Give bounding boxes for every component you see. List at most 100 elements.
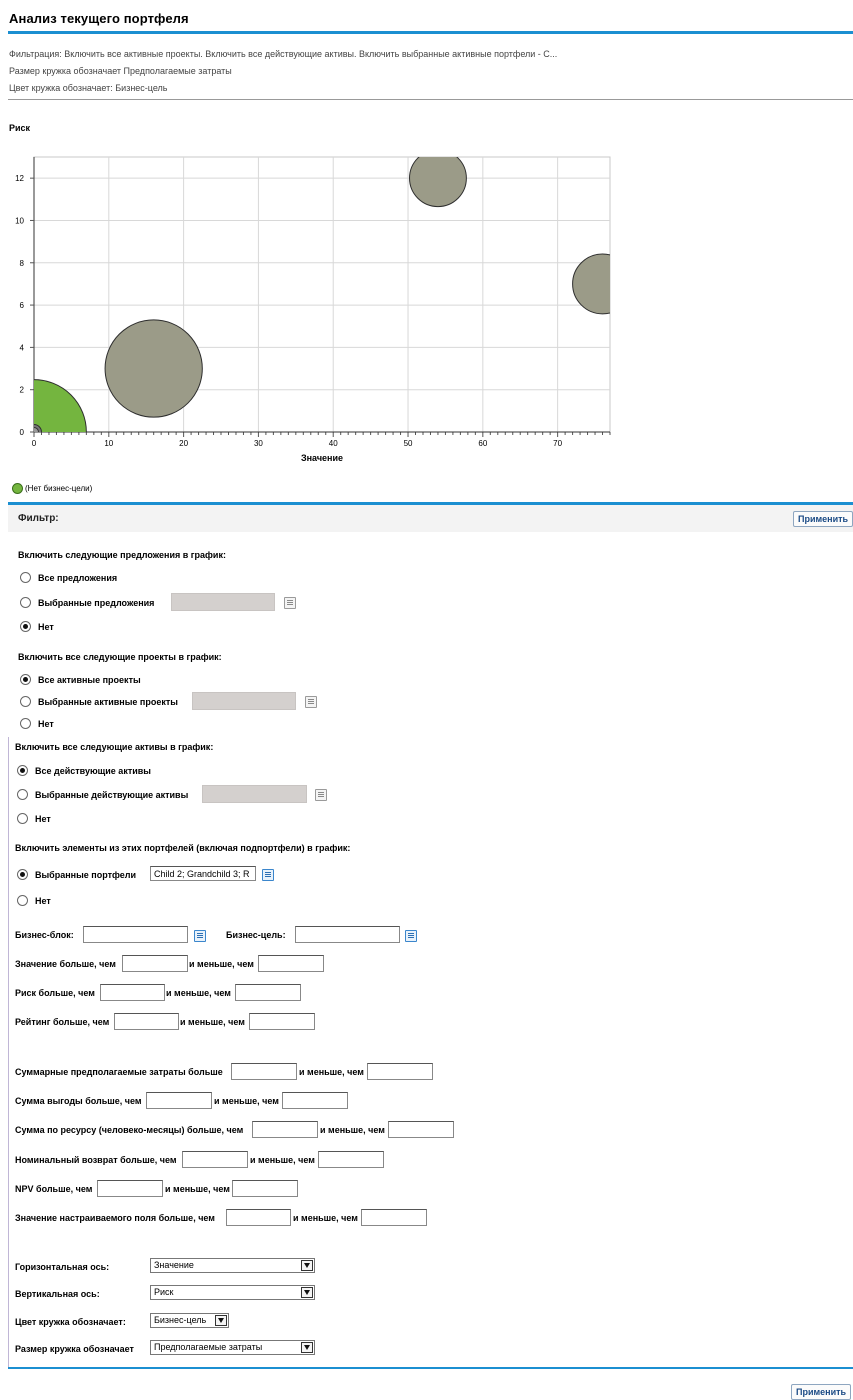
npv-more-label: NPV больше, чем bbox=[15, 1184, 93, 1194]
option-label: Выбранные портфели bbox=[35, 869, 137, 880]
h-axis-select[interactable]: Значение bbox=[150, 1258, 315, 1273]
value-more-label: Значение больше, чем bbox=[15, 959, 116, 969]
legend-label: (Нет бизнес-цели) bbox=[25, 484, 93, 493]
assets-picker-field[interactable] bbox=[202, 785, 307, 803]
color-select[interactable]: Бизнес-цель bbox=[150, 1313, 229, 1328]
title-divider bbox=[8, 31, 853, 34]
chevron-down-icon[interactable] bbox=[301, 1260, 313, 1271]
value-min-field[interactable] bbox=[122, 955, 188, 972]
y-tick-label: 8 bbox=[20, 259, 25, 268]
radio-button[interactable] bbox=[20, 597, 31, 608]
resource-min-field[interactable] bbox=[252, 1121, 318, 1138]
assets-none-option[interactable]: Нет bbox=[17, 813, 51, 824]
h-axis-label: Горизонтальная ось: bbox=[15, 1262, 110, 1272]
projects-none-option[interactable]: Нет bbox=[20, 718, 54, 729]
value-max-field[interactable] bbox=[258, 955, 324, 972]
list-picker-icon[interactable] bbox=[194, 930, 206, 942]
business-unit-field[interactable] bbox=[83, 926, 188, 943]
option-label: Нет bbox=[35, 813, 51, 824]
option-label: Все активные проекты bbox=[38, 674, 141, 685]
nominal-min-field[interactable] bbox=[182, 1151, 248, 1168]
custom-less-label: и меньше, чем bbox=[293, 1213, 358, 1223]
x-tick-label: 70 bbox=[553, 439, 562, 448]
chevron-down-icon[interactable] bbox=[301, 1342, 313, 1353]
custom-min-field[interactable] bbox=[226, 1209, 291, 1226]
rating-max-field[interactable] bbox=[249, 1013, 315, 1030]
portfolios-none-option[interactable]: Нет bbox=[17, 895, 51, 906]
chevron-down-icon[interactable] bbox=[215, 1315, 227, 1326]
option-label: Выбранные действующие активы bbox=[35, 789, 189, 800]
proposals-picker-field[interactable] bbox=[171, 593, 275, 611]
list-picker-icon[interactable] bbox=[405, 930, 417, 942]
benefit-max-field[interactable] bbox=[282, 1092, 348, 1109]
data-bubble bbox=[572, 253, 610, 315]
resource-less-label: и меньше, чем bbox=[320, 1125, 385, 1135]
projects-all-option[interactable]: Все активные проекты bbox=[20, 674, 141, 685]
list-picker-icon[interactable] bbox=[305, 696, 317, 708]
risk-max-field[interactable] bbox=[235, 984, 301, 1001]
legend-swatch bbox=[12, 483, 23, 494]
risk-min-field[interactable] bbox=[100, 984, 165, 1001]
radio-button[interactable] bbox=[20, 621, 31, 632]
list-picker-icon[interactable] bbox=[315, 789, 327, 801]
color-label: Цвет кружка обозначает: bbox=[15, 1317, 126, 1327]
radio-button[interactable] bbox=[20, 696, 31, 707]
portfolios-selected-option[interactable]: Выбранные портфели bbox=[17, 869, 136, 880]
x-tick-label: 40 bbox=[329, 439, 338, 448]
npv-less-label: и меньше, чем bbox=[165, 1184, 230, 1194]
proposals-all-option[interactable]: Все предложения bbox=[20, 572, 117, 583]
total-cost-less-label: и меньше, чем bbox=[299, 1067, 364, 1077]
y-tick-label: 10 bbox=[15, 216, 24, 225]
rating-min-field[interactable] bbox=[114, 1013, 179, 1030]
proposals-selected-option[interactable]: Выбранные предложения bbox=[20, 597, 154, 608]
section-border bbox=[8, 737, 9, 1367]
apply-button-top[interactable]: Применить bbox=[793, 511, 853, 527]
chart-title: Риск bbox=[9, 123, 31, 133]
select-value: Риск bbox=[154, 1287, 174, 1297]
size-select[interactable]: Предполагаемые затраты bbox=[150, 1340, 315, 1355]
list-picker-icon[interactable] bbox=[262, 869, 274, 881]
assets-all-option[interactable]: Все действующие активы bbox=[17, 765, 151, 776]
portfolios-field[interactable]: Child 2; Grandchild 3; R bbox=[150, 866, 256, 881]
assets-selected-option[interactable]: Выбранные действующие активы bbox=[17, 789, 188, 800]
benefit-min-field[interactable] bbox=[146, 1092, 212, 1109]
business-goal-field[interactable] bbox=[295, 926, 400, 943]
y-tick-label: 4 bbox=[20, 343, 25, 352]
radio-button[interactable] bbox=[17, 869, 28, 880]
radio-button[interactable] bbox=[20, 718, 31, 729]
total-cost-max-field[interactable] bbox=[367, 1063, 433, 1080]
business-goal-label: Бизнес-цель: bbox=[226, 930, 286, 940]
resource-max-field[interactable] bbox=[388, 1121, 454, 1138]
chevron-down-icon[interactable] bbox=[301, 1287, 313, 1298]
radio-button[interactable] bbox=[17, 789, 28, 800]
projects-heading: Включить все следующие проекты в график: bbox=[18, 652, 222, 662]
list-picker-icon[interactable] bbox=[284, 597, 296, 609]
option-label: Выбранные активные проекты bbox=[38, 696, 178, 707]
option-label: Нет bbox=[38, 621, 54, 632]
npv-min-field[interactable] bbox=[97, 1180, 163, 1197]
radio-button[interactable] bbox=[17, 765, 28, 776]
custom-max-field[interactable] bbox=[361, 1209, 427, 1226]
apply-button-bottom[interactable]: Применить bbox=[791, 1384, 852, 1400]
value-less-label: и меньше, чем bbox=[189, 959, 254, 969]
projects-selected-option[interactable]: Выбранные активные проекты bbox=[20, 696, 178, 707]
projects-picker-field[interactable] bbox=[192, 692, 296, 710]
x-tick-label: 0 bbox=[32, 439, 37, 448]
radio-button[interactable] bbox=[17, 895, 28, 906]
total-cost-min-field[interactable] bbox=[231, 1063, 297, 1080]
business-unit-label: Бизнес-блок: bbox=[15, 930, 74, 940]
data-bubble bbox=[409, 157, 467, 208]
benefit-more-label: Сумма выгоды больше, чем bbox=[15, 1096, 142, 1106]
option-label: Нет bbox=[38, 718, 54, 729]
nominal-max-field[interactable] bbox=[318, 1151, 384, 1168]
npv-max-field[interactable] bbox=[232, 1180, 298, 1197]
radio-button[interactable] bbox=[20, 674, 31, 685]
bottom-divider bbox=[8, 1367, 853, 1369]
v-axis-select[interactable]: Риск bbox=[150, 1285, 315, 1300]
radio-button[interactable] bbox=[17, 813, 28, 824]
proposals-none-option[interactable]: Нет bbox=[20, 621, 54, 632]
filter-header: Фильтр: bbox=[8, 505, 853, 532]
risk-more-label: Риск больше, чем bbox=[15, 988, 95, 998]
assets-heading: Включить все следующие активы в график: bbox=[15, 742, 214, 752]
radio-button[interactable] bbox=[20, 572, 31, 583]
